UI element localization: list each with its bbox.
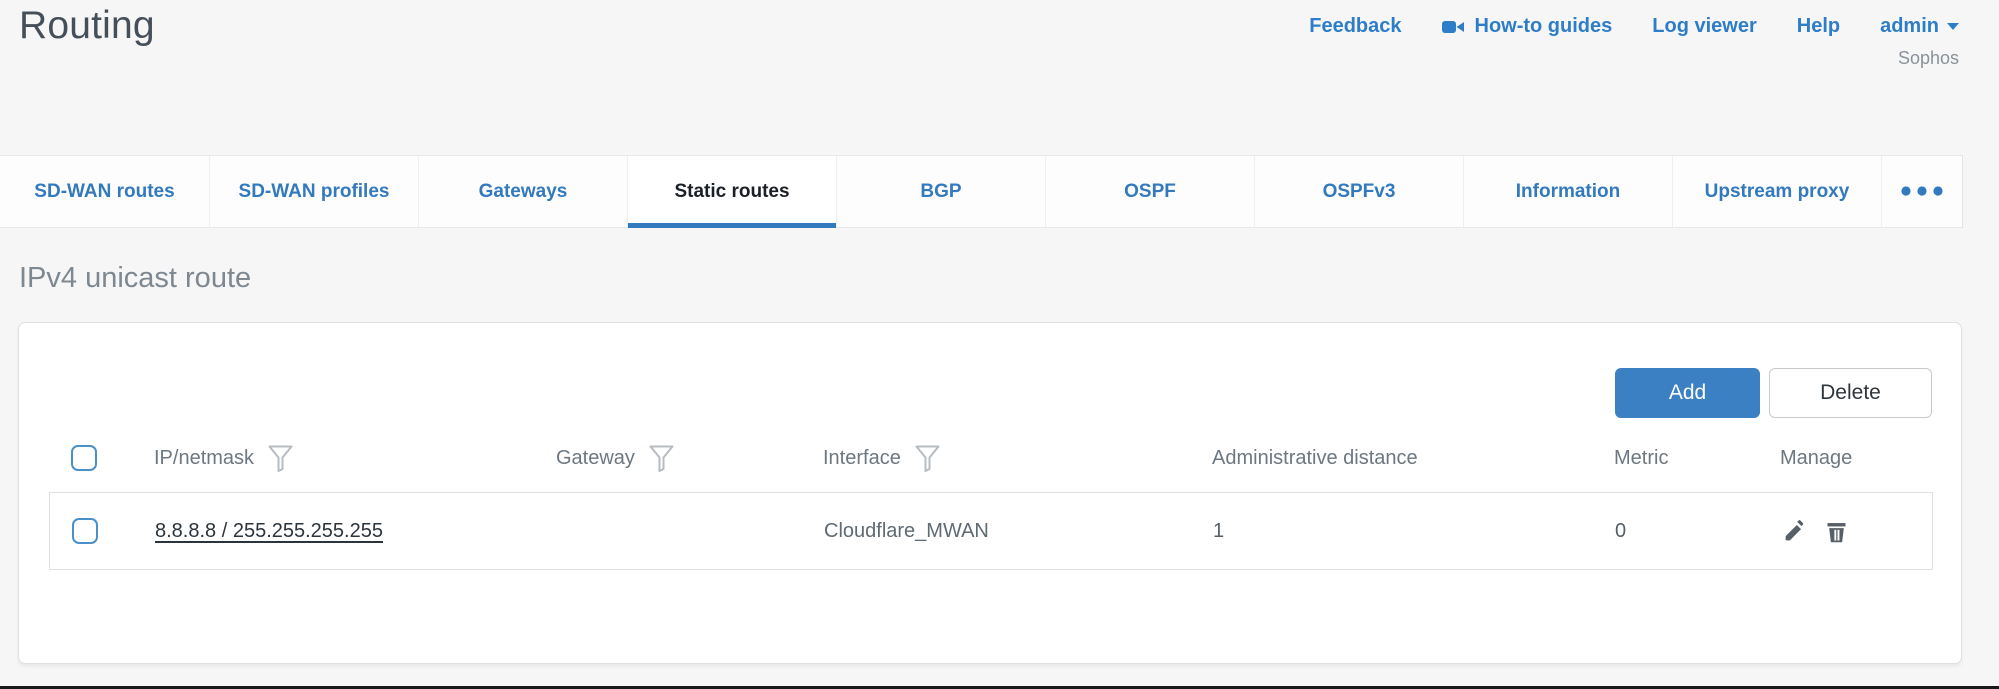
route-link[interactable]: 8.8.8.8 / 255.255.255.255 <box>155 520 383 542</box>
column-manage-label: Manage <box>1780 447 1852 470</box>
help-link[interactable]: Help <box>1797 15 1840 38</box>
metric-cell: 0 <box>1615 520 1781 543</box>
column-metric: Metric <box>1614 447 1780 470</box>
column-manage: Manage <box>1780 447 1961 470</box>
ellipsis-icon <box>1901 183 1943 201</box>
chevron-down-icon <box>1947 23 1959 31</box>
feedback-label: Feedback <box>1309 15 1401 38</box>
column-interface: Interface <box>823 445 1212 472</box>
tab-overflow-button[interactable] <box>1881 156 1962 227</box>
log-viewer-link[interactable]: Log viewer <box>1652 15 1756 38</box>
manage-cell <box>1781 518 1932 545</box>
tab-bgp[interactable]: BGP <box>836 156 1045 227</box>
tab-ospf[interactable]: OSPF <box>1045 156 1254 227</box>
row-checkbox[interactable] <box>72 518 98 544</box>
tab-information[interactable]: Information <box>1463 156 1672 227</box>
admin-distance-cell: 1 <box>1213 520 1615 543</box>
tab-upstream-proxy[interactable]: Upstream proxy <box>1672 156 1881 227</box>
delete-button[interactable]: Delete <box>1769 368 1932 418</box>
howto-guides-link[interactable]: How-to guides <box>1442 15 1613 38</box>
delete-trash-icon[interactable] <box>1823 518 1850 545</box>
column-interface-label: Interface <box>823 447 901 470</box>
top-navigation: Feedback How-to guides Log viewer Help a… <box>1309 15 1959 38</box>
video-camera-icon <box>1442 17 1466 37</box>
tab-sdwan-routes[interactable]: SD-WAN routes <box>0 156 209 227</box>
column-gateway: Gateway <box>556 445 823 472</box>
page-title: Routing <box>19 4 155 48</box>
filter-icon[interactable] <box>268 445 293 472</box>
tab-sdwan-profiles[interactable]: SD-WAN profiles <box>209 156 418 227</box>
column-gateway-label: Gateway <box>556 447 635 470</box>
ipv4-unicast-route-panel: Add Delete IP/netmask Gateway Interface <box>18 322 1962 664</box>
help-label: Help <box>1797 15 1840 38</box>
admin-user-menu[interactable]: admin <box>1880 15 1959 38</box>
column-metric-label: Metric <box>1614 447 1668 470</box>
routing-tab-bar: SD-WAN routes SD-WAN profiles Gateways S… <box>0 155 1963 228</box>
column-admin-distance-label: Administrative distance <box>1212 447 1418 470</box>
table-row: 8.8.8.8 / 255.255.255.255 Cloudflare_MWA… <box>49 492 1933 570</box>
filter-icon[interactable] <box>915 445 940 472</box>
edit-pencil-icon[interactable] <box>1781 518 1808 545</box>
add-button[interactable]: Add <box>1615 368 1760 418</box>
tab-static-routes[interactable]: Static routes <box>627 156 836 227</box>
column-ip-netmask-label: IP/netmask <box>154 447 254 470</box>
section-title: IPv4 unicast route <box>19 262 251 295</box>
tab-gateways[interactable]: Gateways <box>418 156 627 227</box>
howto-guides-label: How-to guides <box>1475 15 1613 38</box>
admin-user-label: admin <box>1880 15 1939 38</box>
tab-ospfv3[interactable]: OSPFv3 <box>1254 156 1463 227</box>
column-ip-netmask: IP/netmask <box>154 445 556 472</box>
table-toolbar: Add Delete <box>1615 368 1932 418</box>
ip-netmask-cell: 8.8.8.8 / 255.255.255.255 <box>155 520 557 543</box>
select-all-cell <box>71 445 154 471</box>
filter-icon[interactable] <box>649 445 674 472</box>
interface-cell: Cloudflare_MWAN <box>824 520 1213 543</box>
column-admin-distance: Administrative distance <box>1212 447 1614 470</box>
log-viewer-label: Log viewer <box>1652 15 1756 38</box>
row-select-cell <box>72 518 155 544</box>
feedback-link[interactable]: Feedback <box>1309 15 1401 38</box>
brand-label: Sophos <box>1898 48 1959 69</box>
select-all-checkbox[interactable] <box>71 445 97 471</box>
table-header: IP/netmask Gateway Interface <box>19 433 1961 483</box>
